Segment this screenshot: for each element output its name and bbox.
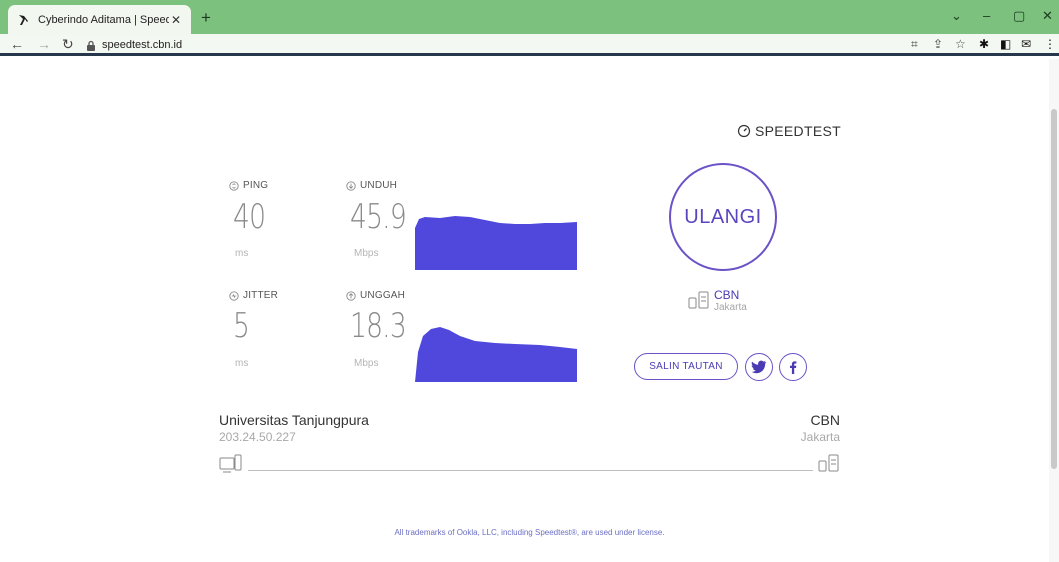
- jitter-label: JITTER: [229, 290, 278, 301]
- minimize-icon[interactable]: –: [983, 9, 990, 23]
- url-text: speedtest.cbn.id: [102, 39, 183, 51]
- download-icon: [346, 180, 356, 191]
- tab-search-icon[interactable]: ⌄: [951, 9, 962, 23]
- speedometer-icon: [737, 124, 751, 138]
- lock-icon: [87, 40, 95, 51]
- browser-tab[interactable]: Cyberindo Aditama | Speedtest ✕: [8, 5, 191, 34]
- client-device-icon: [219, 454, 242, 473]
- copy-link-button[interactable]: SALIN TAUTAN: [634, 353, 738, 380]
- reload-icon[interactable]: ↻: [62, 36, 74, 52]
- download-value: 45.9: [350, 197, 407, 237]
- ping-value: 40: [233, 197, 266, 237]
- twitter-icon: [751, 360, 767, 374]
- again-label: ULANGI: [684, 205, 762, 228]
- menu-icon[interactable]: ⋮: [1044, 37, 1056, 51]
- tab-bar: Cyberindo Aditama | Speedtest ✕ + ⌄ – ▢ …: [0, 0, 1059, 34]
- translate-icon[interactable]: ⌗: [911, 37, 918, 51]
- address-bar[interactable]: speedtest.cbn.id: [86, 37, 886, 53]
- site-favicon-icon: [19, 14, 28, 25]
- server-name: CBN: [714, 288, 740, 302]
- isp-ip: 203.24.50.227: [219, 430, 296, 444]
- facebook-icon: [790, 361, 797, 374]
- back-icon[interactable]: ←: [10, 36, 24, 52]
- speedtest-brand[interactable]: SPEEDTEST: [737, 123, 841, 139]
- again-button[interactable]: ULANGI: [669, 163, 777, 271]
- selected-server[interactable]: CBN Jakarta: [688, 289, 747, 313]
- tab-title: Cyberindo Aditama | Speedtest: [38, 13, 169, 26]
- mail-extension-icon[interactable]: ✉: [1021, 37, 1031, 51]
- restore-icon[interactable]: ▢: [1013, 9, 1025, 23]
- scrollbar-thumb[interactable]: [1051, 109, 1057, 469]
- upload-unit: Mbps: [354, 358, 379, 369]
- upload-icon: [346, 290, 356, 301]
- ping-unit: ms: [235, 248, 249, 259]
- download-graph: [415, 216, 577, 270]
- jitter-value: 5: [233, 306, 250, 346]
- connection-line: [248, 470, 813, 471]
- download-label: UNDUH: [346, 180, 397, 191]
- close-window-icon[interactable]: ✕: [1042, 9, 1053, 23]
- extensions-icon[interactable]: ✱: [979, 37, 989, 51]
- isp-name: Universitas Tanjungpura: [219, 412, 369, 428]
- brand-label: SPEEDTEST: [755, 123, 841, 139]
- server-icon: [688, 291, 709, 309]
- upload-label: UNGGAH: [346, 290, 405, 301]
- upload-value: 18.3: [350, 306, 407, 346]
- jitter-icon: [229, 290, 239, 301]
- download-unit: Mbps: [354, 248, 379, 259]
- browser-toolbar: ← → ↻ speedtest.cbn.id ⌗ ⇪ ☆ ✱ ◧ ✉ ⋮: [0, 34, 1059, 56]
- share-icon[interactable]: ⇪: [933, 37, 943, 51]
- server-device-icon: [818, 454, 839, 472]
- twitter-button[interactable]: [745, 353, 773, 381]
- side-panel-icon[interactable]: ◧: [1000, 37, 1011, 51]
- trademark-note: All trademarks of Ookla, LLC, including …: [394, 528, 665, 537]
- ping-icon: [229, 180, 239, 191]
- jitter-unit: ms: [235, 358, 249, 369]
- page-scrollbar[interactable]: [1049, 59, 1059, 562]
- new-tab-icon[interactable]: +: [201, 9, 211, 26]
- facebook-button[interactable]: [779, 353, 807, 381]
- bookmark-star-icon[interactable]: ☆: [955, 37, 966, 51]
- upload-graph: [415, 327, 577, 382]
- server-location: Jakarta: [714, 302, 747, 313]
- tab-close-icon[interactable]: ✕: [169, 13, 183, 27]
- connection-server-location: Jakarta: [800, 430, 840, 444]
- forward-icon[interactable]: →: [37, 36, 51, 52]
- ping-label: PING: [229, 180, 268, 191]
- connection-server-name: CBN: [810, 412, 840, 428]
